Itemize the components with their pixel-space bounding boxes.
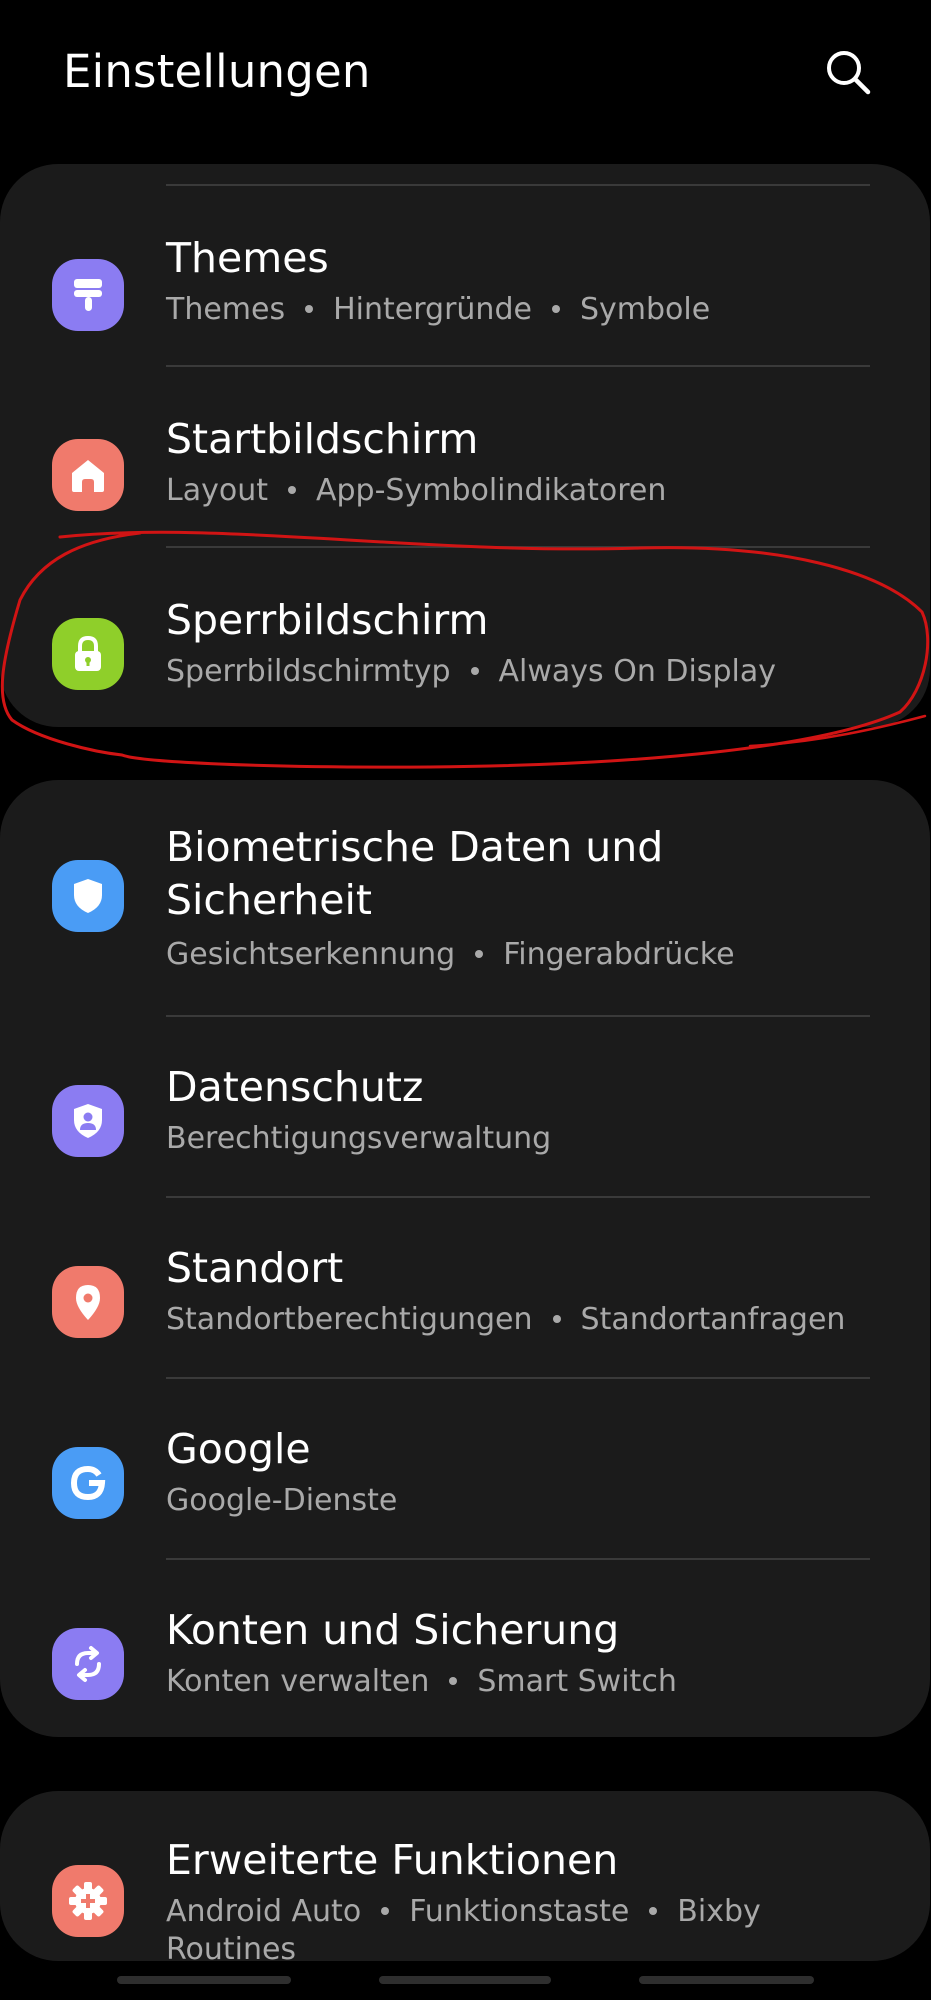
- item-subtitle: Google-Dienste: [166, 1483, 398, 1518]
- sync-icon: [52, 1628, 124, 1700]
- google-icon: [52, 1447, 124, 1519]
- app-header: Einstellungen: [0, 0, 931, 150]
- shield-icon: [52, 860, 124, 932]
- item-subtitle: Berechtigungsverwaltung: [166, 1121, 552, 1156]
- item-title: Sperrbildschirm: [166, 596, 489, 644]
- divider: [166, 184, 870, 186]
- item-subtitle: Themes Hintergründe Symbole: [166, 292, 711, 327]
- item-title: Standort: [166, 1244, 344, 1292]
- search-icon: [827, 51, 871, 95]
- item-title: Biometrische Daten und Sicherheit: [166, 823, 664, 924]
- item-title: Startbildschirm: [166, 415, 479, 463]
- settings-item-privacy[interactable]: Datenschutz Berechtigungsverwaltung: [0, 1015, 930, 1196]
- settings-item-lock-screen[interactable]: Sperrbildschirm Sperrbildschirmtyp Always…: [0, 546, 930, 727]
- home-icon: [52, 439, 124, 511]
- settings-item-themes[interactable]: Themes Themes Hintergründe Symbole: [0, 184, 930, 365]
- search-button[interactable]: [818, 42, 878, 102]
- item-subtitle: Layout App-Symbolindikatoren: [166, 473, 667, 508]
- divider: [166, 1015, 870, 1017]
- settings-item-advanced-features[interactable]: Erweiterte Funktionen Android Auto Funkti…: [0, 1791, 930, 1961]
- settings-item-location[interactable]: Standort Standortberechtigungen Standorta…: [0, 1196, 930, 1377]
- settings-group-security: Biometrische Daten und Sicherheit Gesich…: [0, 780, 930, 1737]
- item-title: Konten und Sicherung: [166, 1606, 620, 1654]
- item-subtitle: Gesichtserkennung Fingerabdrücke: [166, 937, 735, 972]
- paintbrush-icon: [52, 259, 124, 331]
- privacy-shield-icon: [52, 1085, 124, 1157]
- settings-item-google[interactable]: Google Google-Dienste: [0, 1377, 930, 1558]
- item-title: Themes: [166, 234, 329, 282]
- item-title: Erweiterte Funktionen: [166, 1836, 619, 1884]
- settings-group-advanced: Erweiterte Funktionen Android Auto Funkti…: [0, 1791, 930, 1961]
- settings-item-accounts-backup[interactable]: Konten und Sicherung Konten verwalten Sma…: [0, 1558, 930, 1737]
- settings-group-display: Themes Themes Hintergründe Symbole Startbi…: [0, 164, 930, 727]
- item-subtitle: Konten verwalten Smart Switch: [166, 1664, 677, 1699]
- item-title: Google: [166, 1425, 311, 1473]
- item-subtitle: Sperrbildschirmtyp Always On Display: [166, 654, 776, 689]
- nav-bar-back[interactable]: [639, 1976, 814, 1984]
- nav-bar-home[interactable]: [379, 1976, 551, 1984]
- settings-item-home-screen[interactable]: Startbildschirm Layout App-Symbolindikato…: [0, 365, 930, 546]
- divider: [166, 1377, 870, 1379]
- item-subtitle: Standortberechtigungen Standortanfragen: [166, 1302, 846, 1337]
- divider: [166, 546, 870, 548]
- gear-plus-icon: [52, 1865, 124, 1937]
- divider: [166, 1558, 870, 1560]
- location-pin-icon: [52, 1266, 124, 1338]
- page-title: Einstellungen: [63, 45, 371, 98]
- divider: [166, 365, 870, 367]
- nav-bar-recents[interactable]: [117, 1976, 291, 1984]
- item-subtitle-continued: Routines: [166, 1932, 297, 1961]
- item-subtitle: Android Auto Funktionstaste Bixby: [166, 1894, 761, 1929]
- lock-icon: [52, 618, 124, 690]
- settings-item-biometrics-security[interactable]: Biometrische Daten und Sicherheit Gesich…: [0, 780, 930, 1015]
- item-title: Datenschutz: [166, 1063, 424, 1111]
- divider: [166, 1196, 870, 1198]
